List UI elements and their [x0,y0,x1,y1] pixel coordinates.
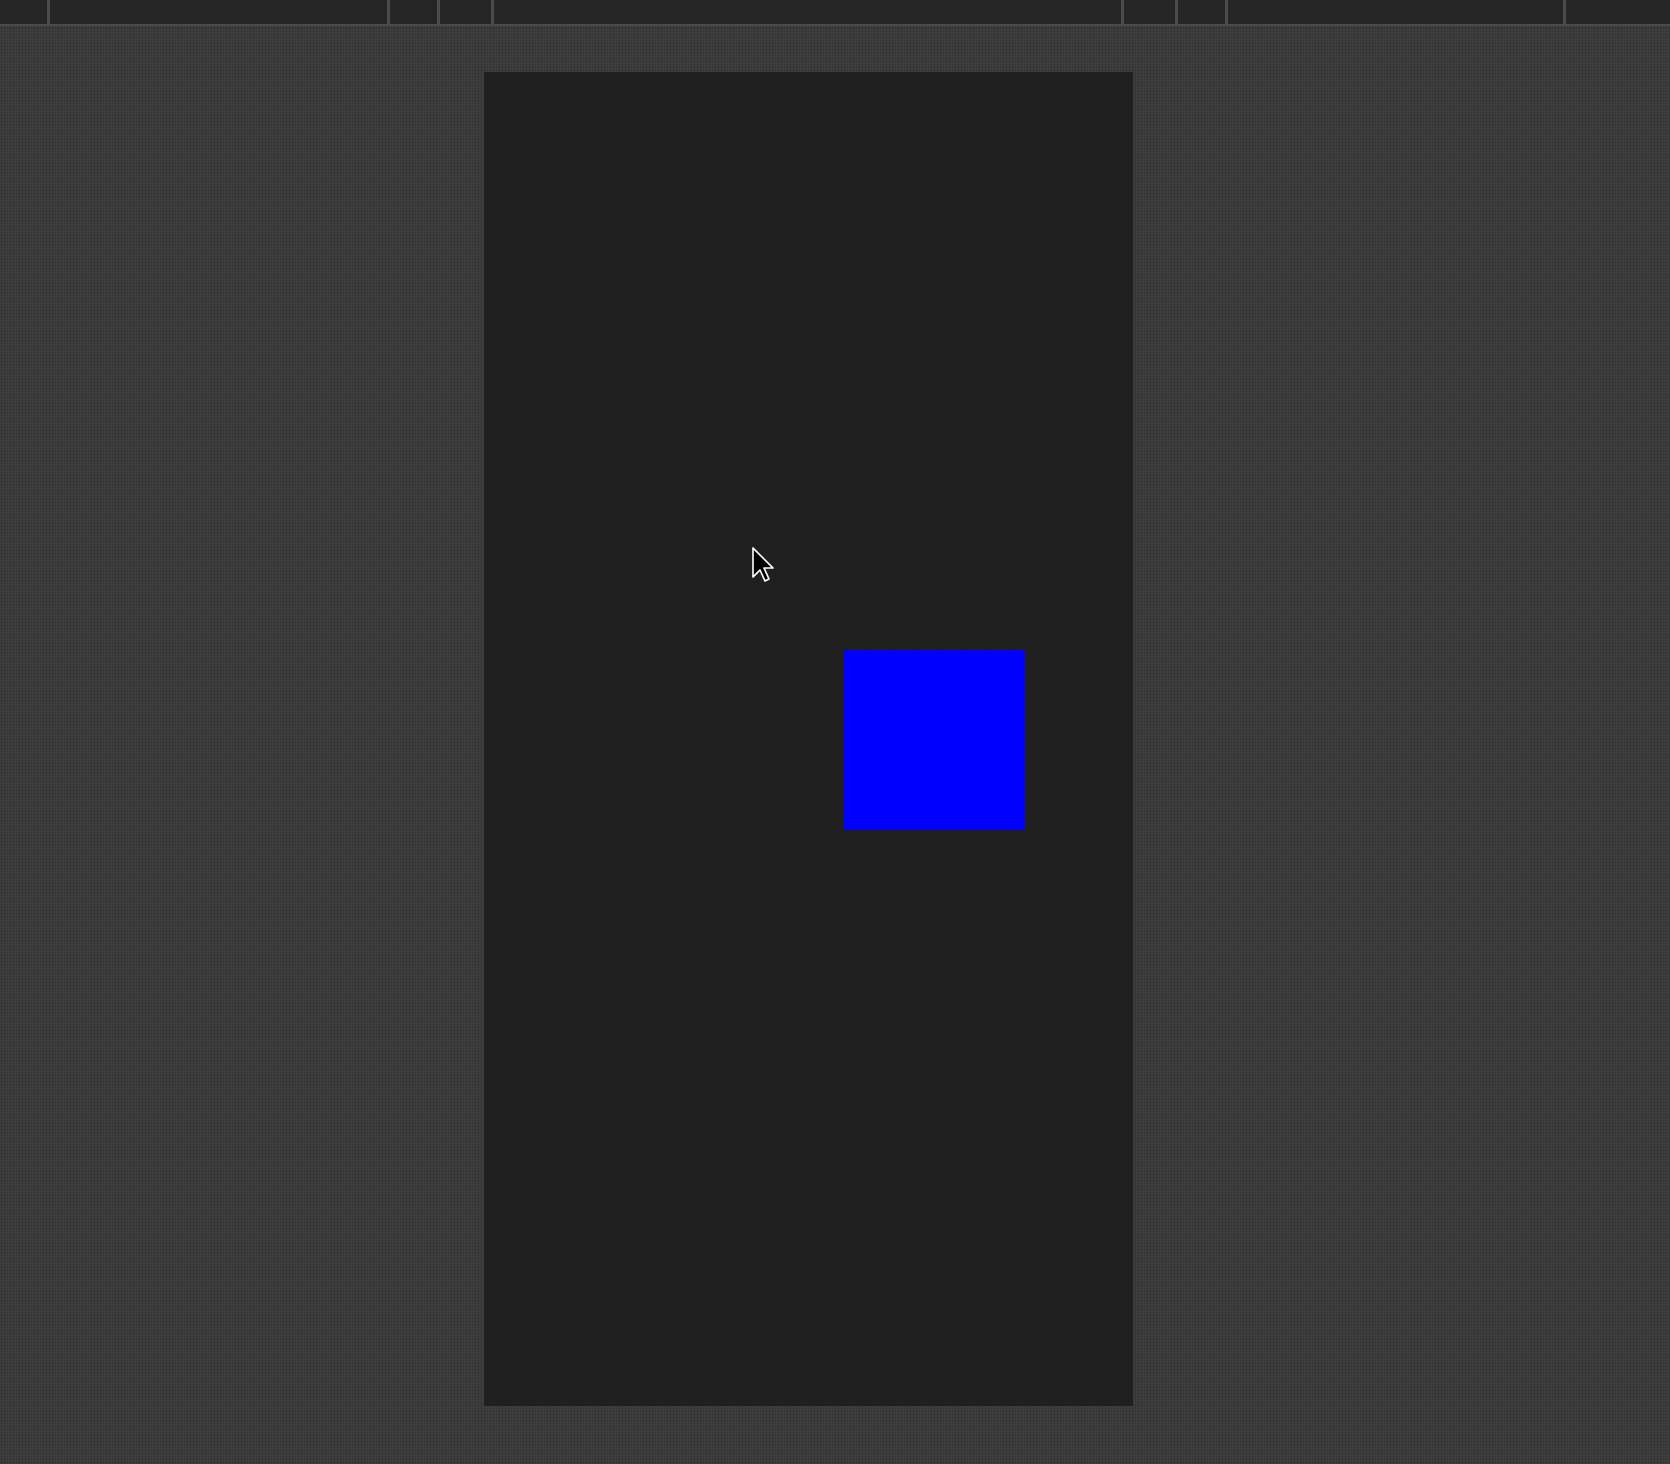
toolbar-divider [437,0,440,24]
blue-square-shape[interactable] [844,650,1025,830]
toolbar-divider [491,0,494,24]
artboard-canvas[interactable] [484,72,1133,1406]
toolbar-divider [1121,0,1124,24]
top-toolbar [0,0,1670,26]
toolbar-divider [1563,0,1566,24]
toolbar-divider [1225,0,1228,24]
toolbar-divider [387,0,390,24]
toolbar-divider [47,0,50,24]
toolbar-divider [1175,0,1178,24]
